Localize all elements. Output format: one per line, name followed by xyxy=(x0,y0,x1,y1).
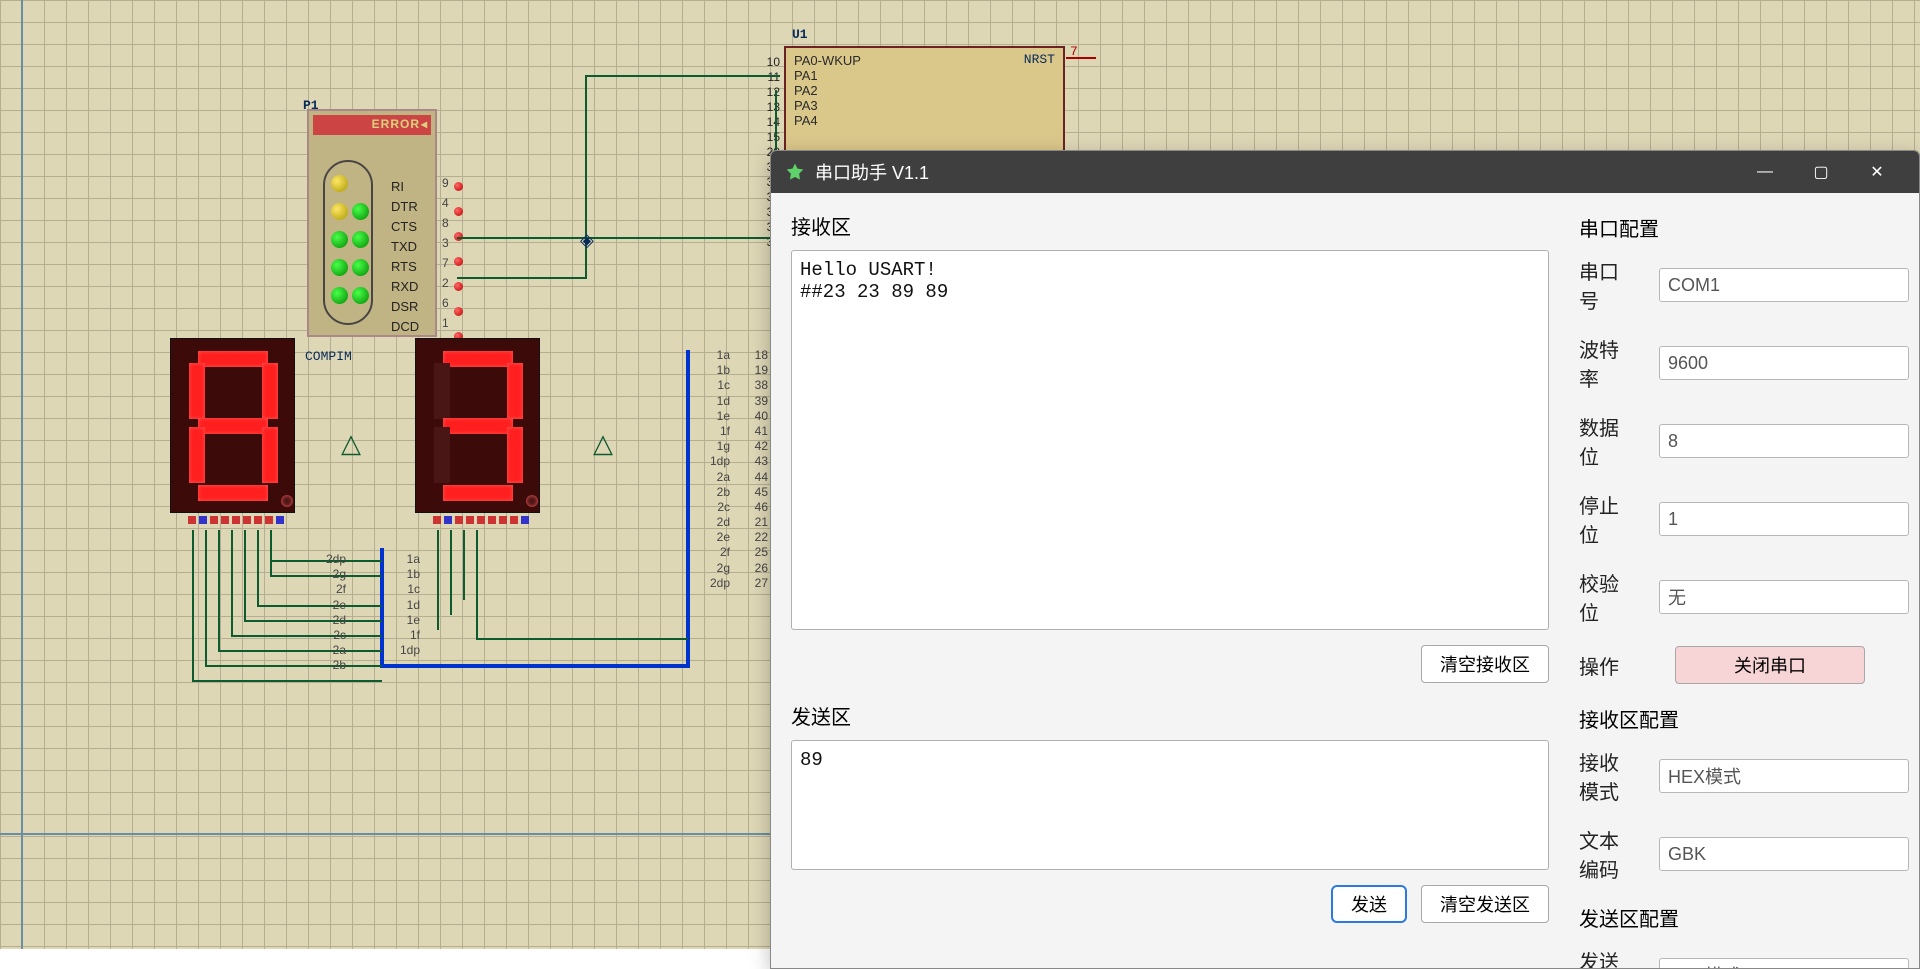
rxd-wire-h1 xyxy=(457,277,587,279)
stopbits-label: 停止位 xyxy=(1579,490,1637,548)
baud-select[interactable] xyxy=(1659,346,1909,380)
cursor-marker-icon: ◈ xyxy=(580,230,594,251)
baud-label: 波特率 xyxy=(1579,334,1637,392)
close-port-button[interactable]: 关闭串口 xyxy=(1675,646,1865,684)
segbus-labels: 1a1b 1c1d 1e1f 1g1dp 2a2b 2c2d 2e2f 2g2d… xyxy=(700,348,730,591)
rxcfg-header: 接收区配置 xyxy=(1579,704,1909,733)
rxd-wire-h2 xyxy=(585,75,780,77)
txmode-label: 发送模式 xyxy=(1579,946,1637,969)
op-label: 操作 xyxy=(1579,651,1653,680)
txmode-select[interactable] xyxy=(1659,958,1909,969)
parity-label: 校验位 xyxy=(1579,568,1637,626)
right-display-hints: 1a1b 1c1d 1e1f 1dp xyxy=(396,552,420,658)
tx-textarea[interactable] xyxy=(791,740,1549,870)
close-button[interactable]: ✕ xyxy=(1849,151,1905,193)
serial-pin-numbers: 94 83 72 61 xyxy=(442,176,449,336)
cfg-header: 串口配置 xyxy=(1579,213,1909,242)
fan-l1 xyxy=(192,530,194,680)
databits-select[interactable] xyxy=(1659,424,1909,458)
fan-r3 xyxy=(463,530,465,600)
rxenc-label: 文本编码 xyxy=(1579,825,1637,883)
fan-l5 xyxy=(244,530,246,620)
port-label: 串口号 xyxy=(1579,256,1637,314)
stopbits-select[interactable] xyxy=(1659,502,1909,536)
segbus-pinnums: 1819 3839 4041 4243 4445 4621 2225 2627 xyxy=(744,348,768,591)
blue-bus-h xyxy=(380,664,690,668)
probe-arrow-1: △ xyxy=(341,428,361,459)
fanh3 xyxy=(218,650,382,652)
fan-r2 xyxy=(450,530,452,615)
rx-textarea[interactable] xyxy=(791,250,1549,630)
serial-helper-dialog[interactable]: 串口助手 V1.1 — ▢ ✕ 接收区 清空接收区 发送区 发送 清空发送区 串… xyxy=(770,150,1920,969)
rxmode-select[interactable] xyxy=(1659,759,1909,793)
tx-header: 发送区 xyxy=(791,701,1549,730)
txd-wire-h1 xyxy=(457,237,777,239)
serial-signal-names: RIDTR CTSTXD RTSRXD DSRDCD xyxy=(391,179,441,339)
fan-l4 xyxy=(231,530,233,635)
fan-l2 xyxy=(205,530,207,665)
compim-error-label: ERROR xyxy=(372,117,420,131)
chip-left-pin-labels: PA0-WKUP PA1 PA2 PA3 PA4 xyxy=(794,53,861,128)
seven-seg-left[interactable] xyxy=(170,338,295,513)
db9-shell-icon xyxy=(323,160,373,325)
left-display-hints: 2dp2g 2f2e 2d2c 2a2b xyxy=(312,552,346,674)
fan-r4h xyxy=(476,638,688,640)
fan-r4 xyxy=(476,530,478,640)
app-logo-icon xyxy=(785,162,805,182)
txcfg-header: 发送区配置 xyxy=(1579,903,1909,932)
rxenc-select[interactable] xyxy=(1659,837,1909,871)
nrst-wire xyxy=(1066,57,1096,59)
probe-arrow-2: △ xyxy=(593,428,613,459)
send-button[interactable]: 发送 xyxy=(1331,885,1407,923)
fanh2 xyxy=(205,665,382,667)
blue-bus-v xyxy=(686,350,690,668)
fanh4 xyxy=(231,635,382,637)
fan-l3 xyxy=(218,530,220,650)
fan-r1 xyxy=(437,530,439,630)
seg-right-pads xyxy=(433,516,529,524)
minimize-button[interactable]: — xyxy=(1737,151,1793,193)
fan-l6 xyxy=(257,530,259,605)
maximize-button[interactable]: ▢ xyxy=(1793,151,1849,193)
rxmode-label: 接收模式 xyxy=(1579,747,1637,805)
databits-label: 数据位 xyxy=(1579,412,1637,470)
compim-serial-port[interactable]: ERROR ▸ RIDTR CTSTXD RTSRXD DSRDCD xyxy=(307,109,437,337)
dialog-titlebar[interactable]: 串口助手 V1.1 — ▢ ✕ xyxy=(771,151,1919,193)
ref-compim: COMPIM xyxy=(305,350,352,363)
clear-tx-button[interactable]: 清空发送区 xyxy=(1421,885,1549,923)
ruler-v xyxy=(21,0,23,949)
fan-l7 xyxy=(270,530,272,575)
parity-select[interactable] xyxy=(1659,580,1909,614)
rx-header: 接收区 xyxy=(791,211,1549,240)
fanh1 xyxy=(192,680,382,682)
seven-seg-right[interactable] xyxy=(415,338,540,513)
seg-left-pads xyxy=(188,516,284,524)
dialog-title: 串口助手 V1.1 xyxy=(815,159,929,185)
clear-rx-button[interactable]: 清空接收区 xyxy=(1421,645,1549,683)
port-select[interactable] xyxy=(1659,268,1909,302)
